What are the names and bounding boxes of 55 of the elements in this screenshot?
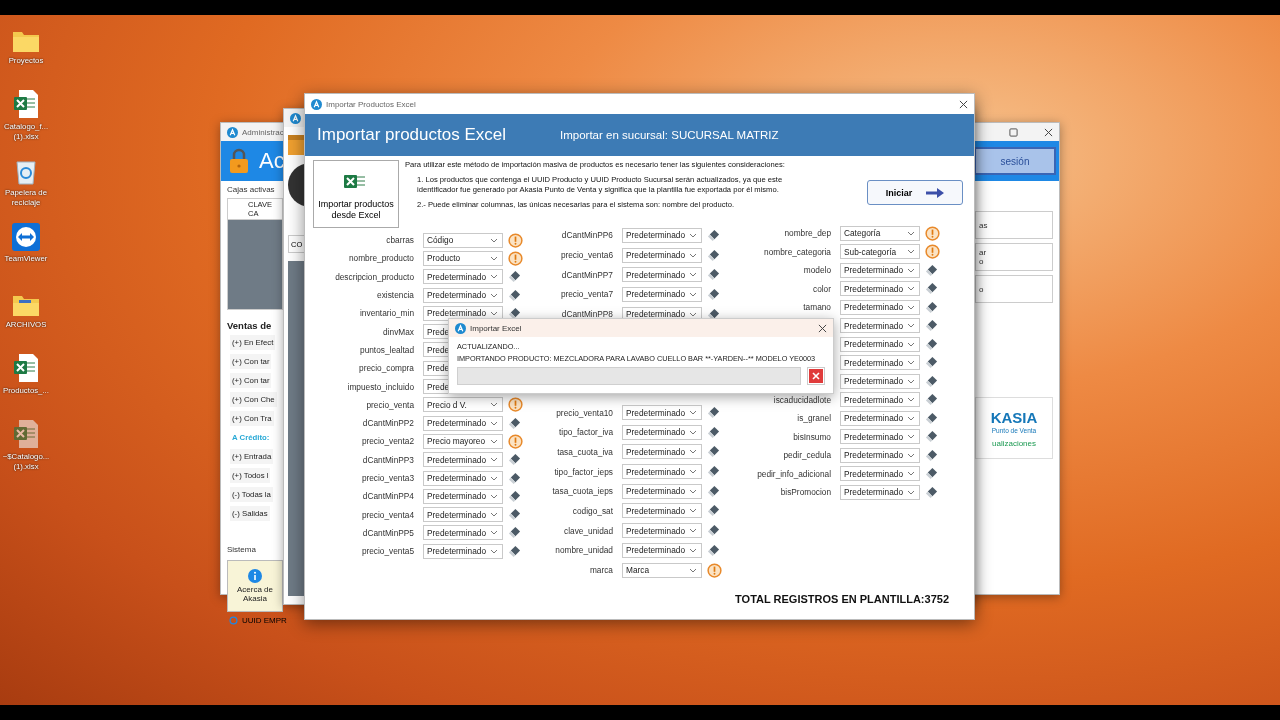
field-label: dCantMinPP5 bbox=[361, 527, 414, 538]
group-label: Sistema bbox=[227, 545, 257, 554]
field-label: nombre_unidad bbox=[554, 545, 613, 556]
group-label: Ventas de bbox=[227, 320, 273, 331]
field-label: descripcion_producto bbox=[334, 271, 414, 282]
field-label: puntos_lealtad bbox=[359, 344, 414, 355]
field-label: dCantMinPP6 bbox=[560, 230, 613, 241]
field-label: precio_venta3 bbox=[360, 473, 414, 483]
field-label: tamano bbox=[802, 302, 831, 313]
dialog-title: Importar Excel bbox=[470, 323, 522, 333]
field-label: tasa_cuota_ieps bbox=[551, 486, 613, 497]
window-title: Importar Productos Excel bbox=[326, 99, 416, 109]
field-label: dCantMinPP7 bbox=[560, 269, 613, 280]
field-label: bisInsumo bbox=[792, 431, 831, 442]
field-label: dinvMax bbox=[382, 326, 414, 337]
field-label: pedir_cedula bbox=[782, 450, 831, 461]
field-label: precio_venta6 bbox=[559, 250, 613, 261]
field-label: dCantMinPP8 bbox=[560, 309, 613, 320]
field-label: impuesto_incluido bbox=[346, 381, 414, 392]
field-label: precio_venta bbox=[365, 399, 414, 410]
field-label: modelo bbox=[802, 265, 831, 276]
total-records: TOTAL REGISTROS EN PLANTILLA:3752 bbox=[734, 592, 950, 605]
branch-label: Importar en sucursal: SUCURSAL MATRIZ bbox=[560, 129, 779, 141]
field-label: tipo_factor_ieps bbox=[553, 466, 613, 477]
field-label: precio_venta5 bbox=[360, 546, 414, 557]
field-label: color bbox=[812, 283, 831, 294]
dialog-heading: Importar productos Excel bbox=[317, 125, 507, 145]
field-label: dCantMinPP4 bbox=[361, 491, 414, 502]
field-label: precio_venta10 bbox=[555, 407, 613, 418]
field-label: marca bbox=[588, 565, 613, 576]
field-label: nombre_producto bbox=[347, 253, 414, 264]
field-label: tasa_cuota_iva bbox=[556, 446, 613, 457]
field-label: is_granel bbox=[796, 413, 831, 424]
field-label: pedir_info_adicional bbox=[756, 468, 831, 479]
field-label: clave_unidad bbox=[563, 525, 613, 536]
window-title: Administrac bbox=[242, 127, 284, 137]
field-label: tipo_factor_iva bbox=[558, 427, 613, 438]
status-text: UUID EMPR bbox=[242, 615, 287, 625]
field-label: nombre_categoria bbox=[763, 246, 831, 257]
field-label: precio_venta4 bbox=[360, 509, 414, 520]
field-label: codigo_sat bbox=[571, 505, 613, 516]
group-label: Cajas activas bbox=[227, 185, 276, 194]
field-label: precio_venta7 bbox=[559, 289, 613, 300]
field-label: nombre_dep bbox=[783, 228, 831, 239]
field-label: existencia bbox=[376, 290, 414, 301]
field-label: precio_compra bbox=[358, 363, 414, 374]
field-label: dCantMinPP2 bbox=[361, 418, 414, 429]
field-label: iscaducidadlote bbox=[772, 394, 831, 405]
field-label: cbarras bbox=[385, 235, 414, 246]
logo-text: KASIA bbox=[990, 408, 1038, 426]
field-label: bisPromocion bbox=[779, 487, 831, 498]
header-title: Ac bbox=[259, 148, 285, 174]
field-label: inventario_min bbox=[359, 308, 414, 319]
field-label: precio_venta2 bbox=[360, 436, 414, 447]
field-label: dCantMinPP3 bbox=[361, 454, 414, 465]
